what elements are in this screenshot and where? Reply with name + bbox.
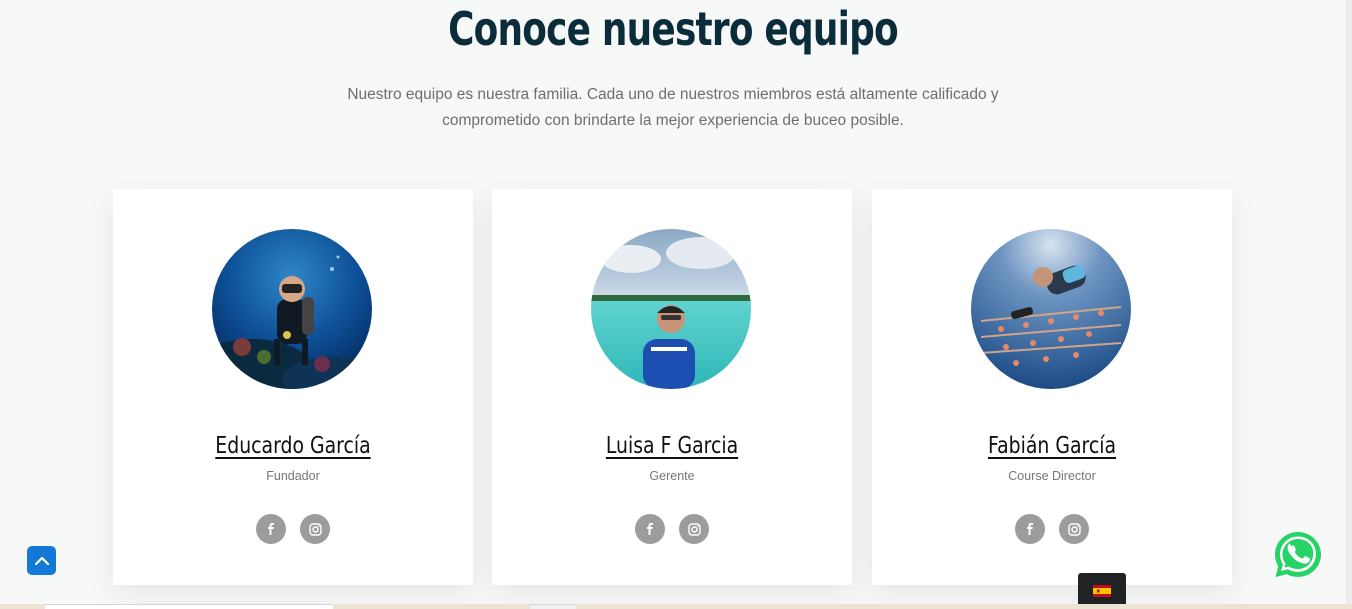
team-card-luisa: Luisa F Garcia Gerente [492, 189, 852, 585]
bottom-panel-mid [530, 604, 576, 609]
scroll-to-top-button[interactable] [27, 546, 56, 575]
section-title: Conoce nuestro equipo [448, 2, 899, 56]
member-role: Gerente [649, 469, 695, 483]
subtitle-line-1: Nuestro equipo es nuestra familia. Cada … [347, 86, 999, 103]
spain-flag-icon [1093, 585, 1111, 597]
member-name-link[interactable]: Fabián García [904, 433, 1199, 459]
facebook-icon[interactable] [1015, 514, 1045, 544]
coral-nursery-diver-photo [971, 229, 1131, 389]
facebook-icon[interactable] [256, 514, 286, 544]
social-links [492, 514, 852, 544]
bottom-strip [0, 604, 1352, 609]
member-name-link[interactable]: Educardo García [145, 433, 440, 459]
whatsapp-button[interactable] [1272, 529, 1324, 581]
diver-underwater-photo [212, 229, 372, 389]
chevron-up-icon [34, 556, 49, 565]
section-subtitle: Nuestro equipo es nuestra familia. Cada … [323, 82, 1023, 134]
member-role: Fundador [266, 469, 320, 483]
instagram-icon[interactable] [300, 514, 330, 544]
subtitle-line-2: comprometido con brindarte la mejor expe… [442, 112, 904, 129]
facebook-icon[interactable] [635, 514, 665, 544]
bottom-panel-left [45, 604, 333, 609]
team-card-fabian: Fabián García Course Director [872, 189, 1232, 585]
social-links [872, 514, 1232, 544]
instagram-icon[interactable] [679, 514, 709, 544]
team-card-educardo: Educardo García Fundador [113, 189, 473, 585]
whatsapp-icon [1275, 532, 1321, 577]
instagram-icon[interactable] [1059, 514, 1089, 544]
social-links [113, 514, 473, 544]
member-name-link[interactable]: Luisa F Garcia [524, 433, 819, 459]
member-role: Course Director [1008, 469, 1096, 483]
scrollbar-track[interactable] [1346, 0, 1352, 609]
beach-portrait-photo [591, 229, 751, 389]
